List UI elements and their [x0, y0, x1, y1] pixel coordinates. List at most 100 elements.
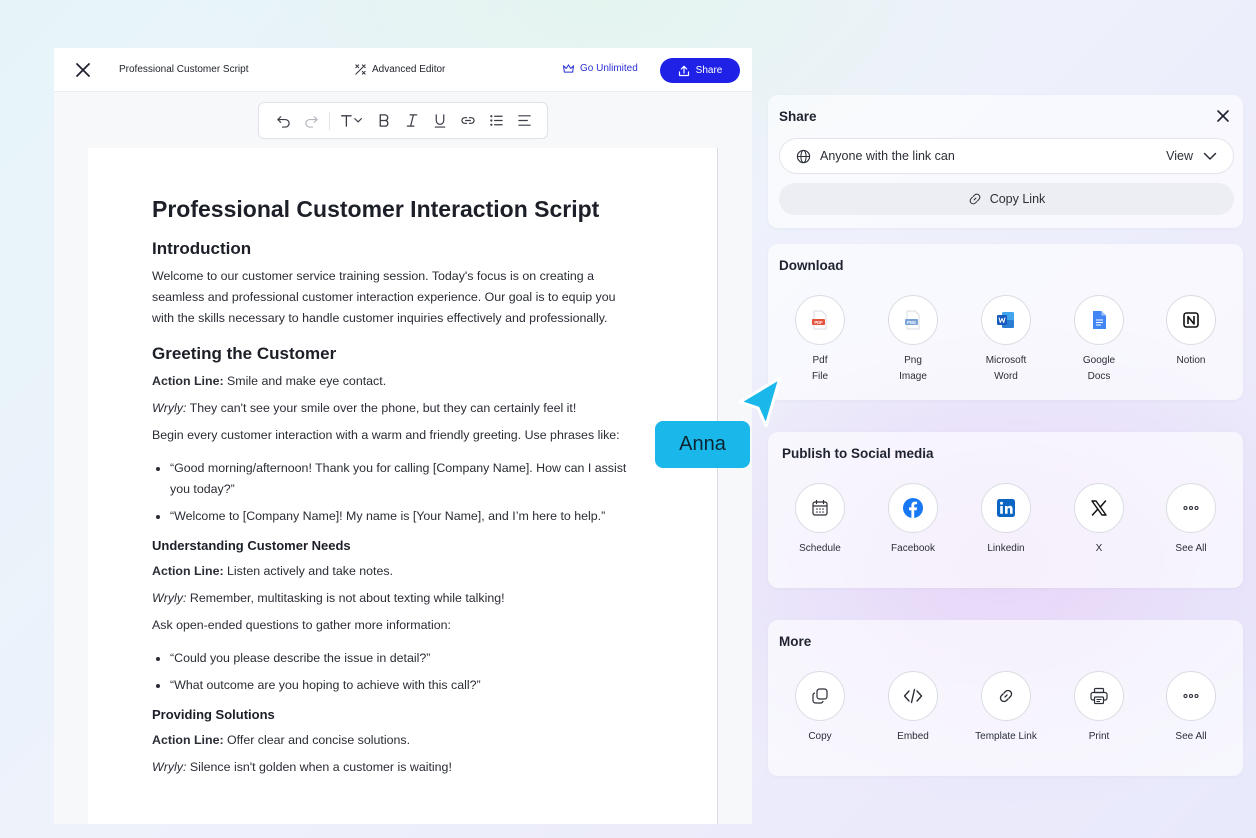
greeting-paragraph: Begin every customer interaction with a …: [152, 428, 620, 442]
editor-window: Professional Customer Script Advanced Ed…: [54, 48, 752, 824]
formatting-toolbar: [258, 102, 548, 139]
align-button[interactable]: [510, 107, 538, 135]
more-dots-icon: [1183, 505, 1199, 511]
close-icon[interactable]: [1215, 108, 1231, 124]
bullet-list-icon: [489, 115, 503, 126]
share-button-label: Share: [695, 65, 723, 76]
download-title: Download: [779, 258, 844, 273]
bold-button[interactable]: [370, 107, 398, 135]
option-label: See All: [1175, 543, 1207, 554]
download-notion-option[interactable]: Notion: [1145, 295, 1237, 369]
list-item: “Welcome to [Company Name]! My name is […: [170, 506, 632, 527]
option-label: Google Docs: [1082, 355, 1116, 382]
option-circle: PDF: [795, 295, 845, 345]
underline-button[interactable]: [426, 107, 454, 135]
action-line-text: Smile and make eye contact.: [223, 374, 387, 388]
option-circle: PNG: [888, 295, 938, 345]
link-icon: [969, 193, 981, 205]
wryly-label: Wryly:: [152, 401, 187, 415]
option-label: Linkedin: [987, 543, 1025, 554]
undo-button[interactable]: [269, 107, 297, 135]
pdf-file-icon: PDF: [812, 310, 827, 330]
social-facebook-option[interactable]: Facebook: [867, 483, 959, 557]
link-button[interactable]: [454, 107, 482, 135]
text-type-icon: [341, 115, 362, 127]
share-title: Share: [779, 109, 817, 124]
permission-dropdown[interactable]: View: [1166, 149, 1217, 163]
microsoft-word-icon: [997, 312, 1014, 328]
action-line-text: Listen actively and take notes.: [223, 564, 394, 578]
section-heading-solutions: Providing Solutions: [152, 707, 275, 722]
permission-value: View: [1166, 149, 1193, 163]
social-schedule-option[interactable]: Schedule: [774, 483, 866, 557]
social-see-all-option[interactable]: See All: [1145, 483, 1237, 557]
option-circle: [1074, 295, 1124, 345]
undo-icon: [276, 116, 290, 128]
option-label: Microsoft Word: [985, 355, 1027, 382]
wryly-label: Wryly:: [152, 591, 187, 605]
magic-tools-icon: [355, 64, 366, 75]
google-docs-icon: [1093, 311, 1106, 329]
wryly-label: Wryly:: [152, 760, 187, 774]
option-label: X: [1095, 543, 1103, 554]
copy-link-label: Copy Link: [989, 192, 1046, 206]
section-heading-needs: Understanding Customer Needs: [152, 538, 351, 553]
globe-icon: [796, 149, 811, 163]
list-item: “Could you please describe the issue in …: [170, 648, 632, 669]
go-unlimited-button[interactable]: Go Unlimited: [562, 63, 638, 74]
option-label: Template Link: [975, 731, 1037, 742]
social-x-option[interactable]: X: [1053, 483, 1145, 557]
more-copy-option[interactable]: Copy: [774, 671, 866, 745]
more-print-option[interactable]: Print: [1053, 671, 1145, 745]
advanced-editor-button[interactable]: Advanced Editor: [354, 63, 445, 76]
share-button[interactable]: Share: [660, 58, 740, 83]
option-circle: [888, 671, 938, 721]
social-linkedin-option[interactable]: Linkedin: [960, 483, 1052, 557]
more-template-link-option[interactable]: Template Link: [960, 671, 1052, 745]
upload-icon: [678, 65, 689, 76]
link-icon: [461, 117, 475, 124]
wryly-text: They can't see your smile over the phone…: [186, 401, 577, 415]
redo-button[interactable]: [297, 107, 325, 135]
more-dots-icon: [1183, 693, 1199, 699]
link-access-select[interactable]: Anyone with the link can View: [779, 138, 1234, 174]
bold-icon: [379, 114, 389, 127]
action-line-label: Action Line:: [152, 564, 224, 578]
more-see-all-option[interactable]: See All: [1145, 671, 1237, 745]
bullet-list-button[interactable]: [482, 107, 510, 135]
crown-icon: [562, 64, 575, 73]
needs-wryly-line: Wryly: Remember, multitasking is not abo…: [152, 588, 632, 609]
italic-button[interactable]: [398, 107, 426, 135]
chevron-down-icon: [1203, 152, 1217, 160]
option-circle: [981, 671, 1031, 721]
needs-list: “Could you please describe the issue in …: [170, 648, 632, 696]
svg-text:PNG: PNG: [907, 320, 916, 325]
option-label: Pdf File: [811, 355, 829, 382]
option-circle: [981, 483, 1031, 533]
option-circle: [1166, 483, 1216, 533]
greeting-list: “Good morning/afternoon! Thank you for c…: [170, 458, 632, 527]
download-png-option[interactable]: PNG Png Image: [867, 295, 959, 385]
download-pdf-option[interactable]: PDF Pdf File: [774, 295, 866, 385]
printer-icon: [1090, 687, 1108, 705]
option-circle: [795, 671, 845, 721]
document-body[interactable]: Professional Customer Interaction Script…: [152, 194, 632, 784]
social-card: Publish to Social media Schedule Faceboo…: [768, 432, 1243, 588]
wryly-text: Silence isn't golden when a customer is …: [186, 760, 452, 774]
intro-paragraph: Welcome to our customer service training…: [152, 269, 616, 325]
copy-link-button[interactable]: Copy Link: [779, 183, 1234, 215]
notion-icon: [1183, 312, 1199, 328]
more-embed-option[interactable]: Embed: [867, 671, 959, 745]
download-gdocs-option[interactable]: Google Docs: [1053, 295, 1145, 385]
png-file-icon: PNG: [905, 310, 920, 330]
text-style-dropdown[interactable]: [334, 107, 370, 135]
calendar-icon: [812, 499, 828, 516]
document-page: Professional Customer Interaction Script…: [88, 148, 718, 824]
download-card: Download PDF Pdf File PNG Png Image Micr…: [768, 244, 1243, 400]
option-circle: [795, 483, 845, 533]
needs-paragraph: Ask open-ended questions to gather more …: [152, 618, 451, 632]
more-title: More: [779, 634, 812, 649]
close-icon[interactable]: [74, 61, 92, 79]
download-word-option[interactable]: Microsoft Word: [960, 295, 1052, 385]
action-line-text: Offer clear and concise solutions.: [223, 733, 411, 747]
